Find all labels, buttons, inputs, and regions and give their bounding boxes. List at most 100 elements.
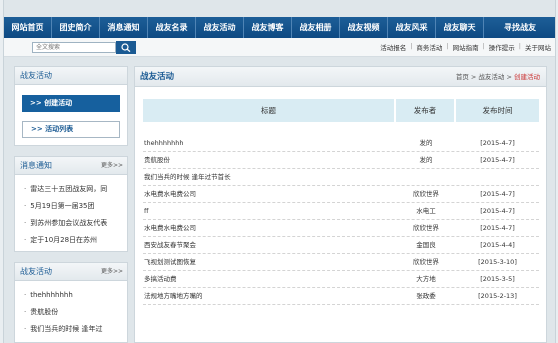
row-title[interactable]: thehhhhhhh [143, 135, 396, 151]
notices-panel-head: 消息通知 更多>> [15, 157, 127, 175]
notices-more-link[interactable]: 更多>> [101, 157, 123, 175]
table-row[interactable]: 飞视划测试图恢复 欣欣世界 [2015-3-10] [143, 254, 539, 271]
list-item[interactable]: 到苏州参加会议战友代表 [24, 215, 127, 232]
table-row[interactable]: 西安战友春节聚会 金国良 [2015-4-4] [143, 237, 539, 254]
row-title[interactable]: 多搞活动费 [143, 271, 396, 287]
page-title: 战友活动 [140, 72, 175, 82]
list-item[interactable]: 贵航股份 [24, 304, 127, 321]
row-title[interactable]: 飞视划测试图恢复 [143, 254, 396, 270]
activity-list-button[interactable]: >> 活动列表 [22, 121, 120, 138]
row-time: [2015-4-7] [480, 139, 515, 147]
nav-blog[interactable]: 战友博客 [244, 17, 292, 38]
table-row[interactable]: 水电费水电费公司 欣欣世界 [2015-4-7] [143, 186, 539, 203]
row-publisher: 大方地 [416, 275, 436, 283]
nav-video[interactable]: 战友视频 [340, 17, 388, 38]
breadcrumb-separator: > [468, 73, 479, 81]
link-guide[interactable]: 网站指南 [453, 42, 479, 52]
row-time: [2015-4-7] [480, 156, 515, 164]
divider: | [446, 42, 449, 50]
nav-activities[interactable]: 战友活动 [196, 17, 244, 38]
sub-bar: 活动报名 | 商务活动 | 网站指南 | 操作提示 | 关于网站 [4, 38, 555, 57]
row-title[interactable]: 贵航股份 [143, 152, 396, 168]
link-signup[interactable]: 活动报名 [380, 42, 406, 52]
notices-title: 消息通知 [20, 161, 52, 170]
main-nav: 网站首页 团史简介 消息通知 战友名录 战友活动 战友博客 战友相册 战友视频 … [4, 17, 555, 38]
row-time: [2015-4-7] [480, 207, 515, 215]
row-publisher: 水电工 [416, 207, 436, 215]
row-time: [2015-4-4] [480, 241, 515, 249]
breadcrumb-current: 创建活动 [514, 73, 540, 81]
notices-list: 雷达三十五团战友网，同 5月19日第一届35团 到苏州参加会议战友代表 定于10… [15, 175, 127, 249]
row-title[interactable]: 水电费水电费公司 [143, 220, 396, 236]
row-time: [2015-3-5] [480, 275, 515, 283]
search-button[interactable] [116, 41, 136, 54]
table-row[interactable]: 水电费水电费公司 欣欣世界 [2015-4-7] [143, 220, 539, 237]
breadcrumb: 首页 > 战友活动 > 创建活动 [456, 67, 540, 87]
row-publisher: 张政委 [416, 292, 436, 300]
divider: | [518, 42, 521, 50]
list-item[interactable]: 雷达三十五团战友网，同 [24, 181, 127, 198]
table-row[interactable]: ff 水电工 [2015-4-7] [143, 203, 539, 220]
divider: | [410, 42, 413, 50]
table-row[interactable]: 我们当兵的时候 逢年过节首长 [143, 169, 539, 186]
row-publisher [396, 169, 456, 185]
divider: | [482, 42, 485, 50]
activity-table: thehhhhhhh 发的 [2015-4-7] 贵航股份 发的 [2015-4… [143, 135, 539, 305]
column-title: 标题 [143, 99, 396, 122]
row-publisher: 发的 [419, 139, 433, 147]
link-tips[interactable]: 操作提示 [489, 42, 515, 52]
column-publisher: 发布者 [396, 99, 456, 122]
row-publisher: 发的 [419, 156, 433, 164]
row-title[interactable]: 法规地方嘴地方嘴的 [143, 288, 396, 304]
activity-panel-title: 战友活动 [15, 67, 127, 85]
page-frame: 网站首页 团史简介 消息通知 战友名录 战友活动 战友博客 战友相册 战友视频 … [3, 0, 556, 343]
row-time [456, 169, 539, 185]
nav-history[interactable]: 团史简介 [52, 17, 100, 38]
nav-chat[interactable]: 战友聊天 [436, 17, 484, 38]
row-time: [2015-4-7] [480, 190, 515, 198]
table-header: 标题 发布者 发布时间 [143, 99, 539, 122]
table-row[interactable]: 贵航股份 发的 [2015-4-7] [143, 152, 539, 169]
sub-links: 活动报名 | 商务活动 | 网站指南 | 操作提示 | 关于网站 [380, 42, 551, 52]
notices-panel: 消息通知 更多>> 雷达三十五团战友网，同 5月19日第一届35团 到苏州参加会… [14, 156, 128, 252]
table-row[interactable]: 法规地方嘴地方嘴的 张政委 [2015-2-13] [143, 288, 539, 305]
table-row[interactable]: thehhhhhhh 发的 [2015-4-7] [143, 135, 539, 152]
list-item[interactable]: 定于10月28日在苏州 [24, 232, 127, 249]
activities-more-link[interactable]: 更多>> [101, 263, 123, 281]
row-title[interactable]: 西安战友春节聚会 [143, 237, 396, 253]
row-title[interactable]: ff [143, 203, 396, 219]
column-time: 发布时间 [456, 99, 539, 122]
link-business[interactable]: 商务活动 [416, 42, 442, 52]
activities-panel-head: 战友活动 更多>> [15, 263, 127, 281]
breadcrumb-home[interactable]: 首页 [456, 73, 469, 81]
list-item[interactable]: 我们当兵的时候 逢年过 [24, 321, 127, 338]
row-publisher: 欣欣世界 [413, 224, 439, 232]
create-activity-button[interactable]: >> 创建活动 [22, 95, 120, 112]
breadcrumb-section[interactable]: 战友活动 [478, 73, 504, 81]
nav-album[interactable]: 战友相册 [292, 17, 340, 38]
search-icon [121, 43, 131, 52]
row-publisher: 欣欣世界 [413, 190, 439, 198]
search-input[interactable] [32, 42, 116, 53]
activities-title: 战友活动 [20, 267, 52, 276]
row-publisher: 欣欣世界 [413, 258, 439, 266]
row-title[interactable]: 水电费水电费公司 [143, 186, 396, 202]
nav-style[interactable]: 战友风采 [388, 17, 436, 38]
main-head: 战友活动 首页 > 战友活动 > 创建活动 [135, 67, 546, 87]
row-time: [2015-2-13] [478, 292, 517, 300]
nav-home[interactable]: 网站首页 [4, 17, 52, 38]
main-content: 战友活动 首页 > 战友活动 > 创建活动 标题 发布者 发布时间 thehhh… [134, 66, 547, 343]
nav-notices[interactable]: 消息通知 [100, 17, 148, 38]
row-time: [2015-4-7] [480, 224, 515, 232]
list-item[interactable]: 5月19日第一届35团 [24, 198, 127, 215]
activity-panel: 战友活动 >> 创建活动 >> 活动列表 [14, 66, 128, 146]
breadcrumb-separator: > [504, 73, 514, 81]
table-row[interactable]: 多搞活动费 大方地 [2015-3-5] [143, 271, 539, 288]
row-title[interactable]: 我们当兵的时候 逢年过节首长 [143, 169, 396, 185]
row-publisher: 金国良 [416, 241, 436, 249]
list-item[interactable]: thehhhhhhh [24, 287, 127, 304]
nav-directory[interactable]: 战友名录 [148, 17, 196, 38]
nav-find[interactable]: 寻找战友 [484, 17, 555, 38]
link-about[interactable]: 关于网站 [525, 42, 551, 52]
row-time: [2015-3-10] [478, 258, 517, 266]
